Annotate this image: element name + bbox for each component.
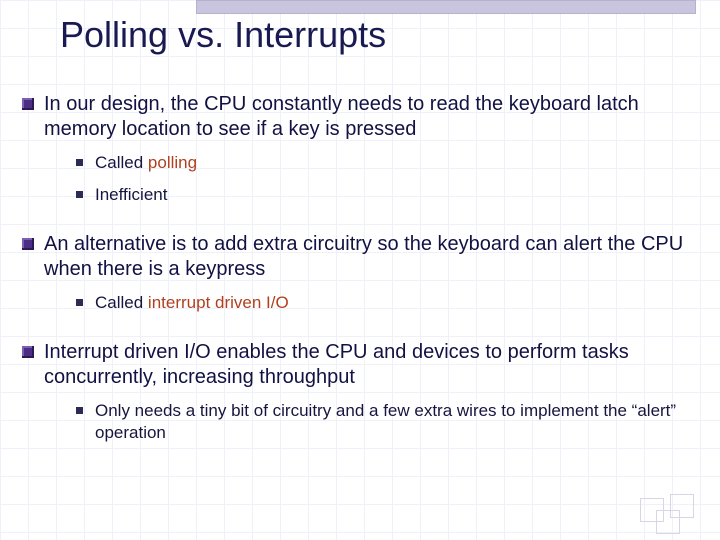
bullet-text: In our design, the CPU constantly needs …: [44, 92, 698, 142]
sub-bullet-text: Inefficient: [95, 184, 167, 206]
bullet-level2: Inefficient: [76, 184, 698, 206]
square-bullet-icon: [76, 159, 83, 166]
sub-red: polling: [148, 153, 197, 172]
sub-pre: Inefficient: [95, 185, 167, 204]
sub-bullet-text: Called interrupt driven I/O: [95, 292, 289, 314]
sub-bullets: Only needs a tiny bit of circuitry and a…: [76, 400, 698, 444]
bullet-level2: Called interrupt driven I/O: [76, 292, 698, 314]
diamond-bullet-icon: [22, 346, 34, 358]
bullet-level2: Only needs a tiny bit of circuitry and a…: [76, 400, 698, 444]
sub-bullets: Called polling Inefficient: [76, 152, 698, 206]
sub-pre: Called: [95, 153, 148, 172]
sub-pre: Only needs a tiny bit of circuitry and a…: [95, 401, 676, 442]
slide-title: Polling vs. Interrupts: [60, 14, 386, 56]
decor-square-icon: [670, 494, 694, 518]
bullet-text: An alternative is to add extra circuitry…: [44, 232, 698, 282]
square-bullet-icon: [76, 299, 83, 306]
sub-red: interrupt driven I/O: [148, 293, 289, 312]
bullet-level1: An alternative is to add extra circuitry…: [22, 232, 698, 282]
bullet-level2: Called polling: [76, 152, 698, 174]
square-bullet-icon: [76, 407, 83, 414]
bullet-level1: Interrupt driven I/O enables the CPU and…: [22, 340, 698, 390]
diamond-bullet-icon: [22, 238, 34, 250]
sub-bullets: Called interrupt driven I/O: [76, 292, 698, 314]
header-bar: [196, 0, 696, 14]
bullet-level1: In our design, the CPU constantly needs …: [22, 92, 698, 142]
square-bullet-icon: [76, 191, 83, 198]
slide-body: In our design, the CPU constantly needs …: [22, 92, 698, 444]
sub-pre: Called: [95, 293, 148, 312]
diamond-bullet-icon: [22, 98, 34, 110]
bullet-text: Interrupt driven I/O enables the CPU and…: [44, 340, 698, 390]
sub-bullet-text: Called polling: [95, 152, 197, 174]
sub-bullet-text: Only needs a tiny bit of circuitry and a…: [95, 400, 698, 444]
